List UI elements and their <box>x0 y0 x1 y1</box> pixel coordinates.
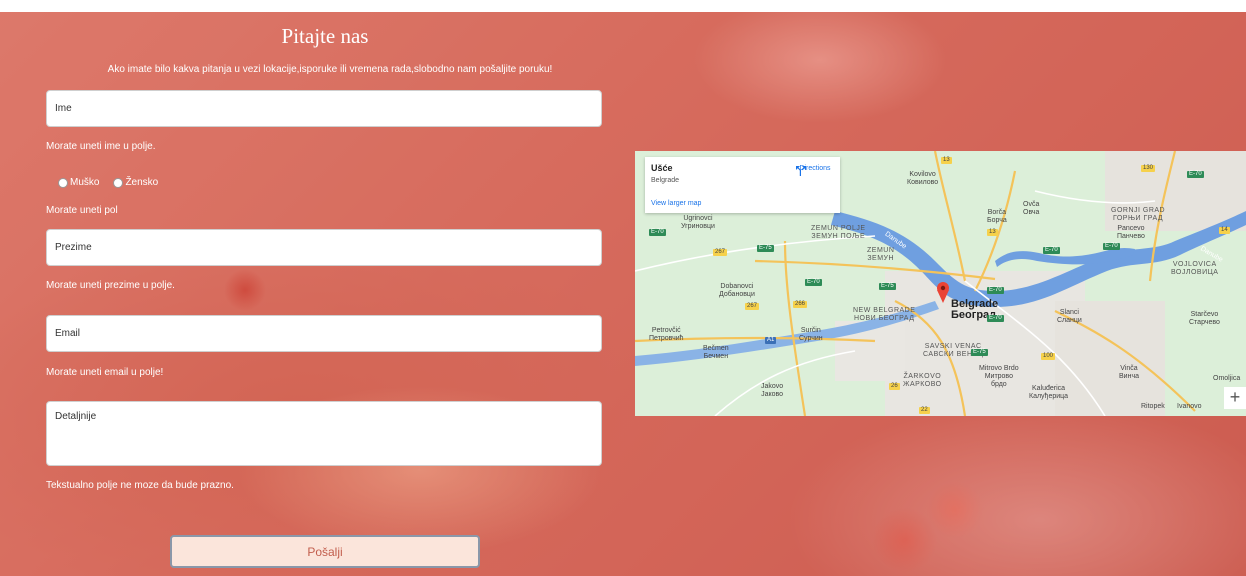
road-shield: 13 <box>987 229 998 236</box>
map-label-zemun-polje: ZEMUN POLJE ЗЕМУН ПОЉЕ <box>811 225 866 240</box>
details-textarea[interactable] <box>46 401 602 466</box>
road-shield: E-70 <box>1187 171 1204 178</box>
map-label-ivanovo: Ivanovo <box>1177 403 1202 410</box>
details-error: Tekstualno polje ne moze da bude prazno. <box>46 480 234 491</box>
road-shield: E-75 <box>879 283 896 290</box>
map-label-zarkovo: ŽARKOVO ЖАРКОВО <box>903 373 942 388</box>
email-input[interactable] <box>46 315 602 352</box>
email-error: Morate uneti email u polje! <box>46 367 164 378</box>
radio-circle-icon[interactable] <box>113 177 124 188</box>
gender-radio-group: Muško Žensko <box>58 177 172 188</box>
road-shield: A1 <box>765 337 777 344</box>
road-shield: E-70 <box>649 229 666 236</box>
road-shield: E-75 <box>971 349 988 356</box>
surname-error: Morate uneti prezime u polje. <box>46 280 175 291</box>
radio-circle-icon[interactable] <box>58 177 68 188</box>
road-shield: E-70 <box>805 279 822 286</box>
map-zoom-in-button[interactable]: + <box>1224 387 1246 409</box>
name-error: Morate uneti ime u polje. <box>46 141 156 152</box>
map-label-slanci: Slanci Сланци <box>1057 309 1082 324</box>
map-label-kovilovo: Kovilovo Ковилово <box>907 171 939 186</box>
road-shield: 14 <box>1219 227 1230 234</box>
name-input[interactable] <box>46 90 602 127</box>
map-place-card: Ušće Belgrade View larger map Directions <box>645 157 840 213</box>
directions-button[interactable]: Directions <box>795 165 835 176</box>
map-label-dobanovci: Dobanovci Добановци <box>719 283 755 298</box>
map-label-ovca: Ovča Овча <box>1023 201 1040 216</box>
map-label-becmen: Bečmen Бечмен <box>703 345 729 360</box>
road-shield: 22 <box>919 407 930 414</box>
map-label-petrovcic: Petrovčić Петровчић <box>649 327 684 342</box>
map-label-borca: Borča Борча <box>987 209 1007 224</box>
road-shield: 130 <box>1141 165 1156 172</box>
road-shield: 266 <box>793 301 808 308</box>
map-label-jakovo: Jakovo Јаково <box>761 383 784 398</box>
surname-input[interactable] <box>46 229 602 266</box>
gender-radio-female[interactable]: Žensko <box>113 177 158 188</box>
gender-label-male: Muško <box>70 177 100 188</box>
road-shield: E-70 <box>1103 243 1120 250</box>
map-place-region: Belgrade <box>651 177 680 184</box>
road-shield: E-70 <box>987 315 1004 322</box>
road-shield: 13 <box>941 157 952 164</box>
road-shield: 26 <box>889 383 900 390</box>
gender-radio-male[interactable]: Muško <box>58 177 99 188</box>
map-label-ritopek: Ritopek <box>1141 403 1165 410</box>
gender-label-female: Žensko <box>125 177 159 188</box>
map-label-gornji-grad: GORNJI GRAD ГОРЊИ ГРАД <box>1111 207 1166 222</box>
road-shield: E-70 <box>1043 247 1060 254</box>
map-label-starcevo: Starčevo Старчево <box>1189 311 1220 326</box>
directions-icon <box>796 166 806 176</box>
road-shield: 100 <box>1041 353 1056 360</box>
view-larger-map-link[interactable]: View larger map <box>651 200 701 207</box>
gender-error: Morate uneti pol <box>46 205 118 216</box>
map-label-vinca: Vinča Винча <box>1119 365 1139 380</box>
contact-page: Pitajte nas Ako imate bilo kakva pitanja… <box>0 0 1246 576</box>
page-subtitle: Ako imate bilo kakva pitanja u vezi loka… <box>107 64 553 75</box>
map-place-name: Ušće <box>651 163 673 173</box>
map-label-surcin: Surčin Сурчин <box>799 327 823 342</box>
map-label-omoljica: Omoljica <box>1213 375 1241 382</box>
map-label-zemun: ZEMUN ЗЕМУН <box>867 247 895 262</box>
road-shield: E-70 <box>987 287 1004 294</box>
map-label-mitrovo-brdo: Mitrovo Brdo Митрово брдо <box>979 365 1019 388</box>
map-label-ugrinovci: Ugrinovci Угриновци <box>681 215 715 230</box>
page-title: Pitajte nas <box>281 24 369 48</box>
road-shield: 267 <box>713 249 728 256</box>
map-label-vojlovica: VOJLOVICA ВОЈЛОВИЦА <box>1171 261 1219 276</box>
road-shield: E-75 <box>757 245 774 252</box>
embedded-map[interactable]: Kovilovo Ковилово Borča Борча Ovča Овча GOR… <box>635 151 1246 416</box>
road-shield: 267 <box>745 303 760 310</box>
map-label-kaludjerica: Kaluđerica Калуђерица <box>1029 385 1069 400</box>
map-label-new-belgrade: NEW BELGRADE НОВИ БЕОГРАД <box>853 307 916 322</box>
submit-button[interactable]: Pošalji <box>170 535 480 568</box>
map-label-pancevo: Pancevo Панчево <box>1117 225 1145 240</box>
